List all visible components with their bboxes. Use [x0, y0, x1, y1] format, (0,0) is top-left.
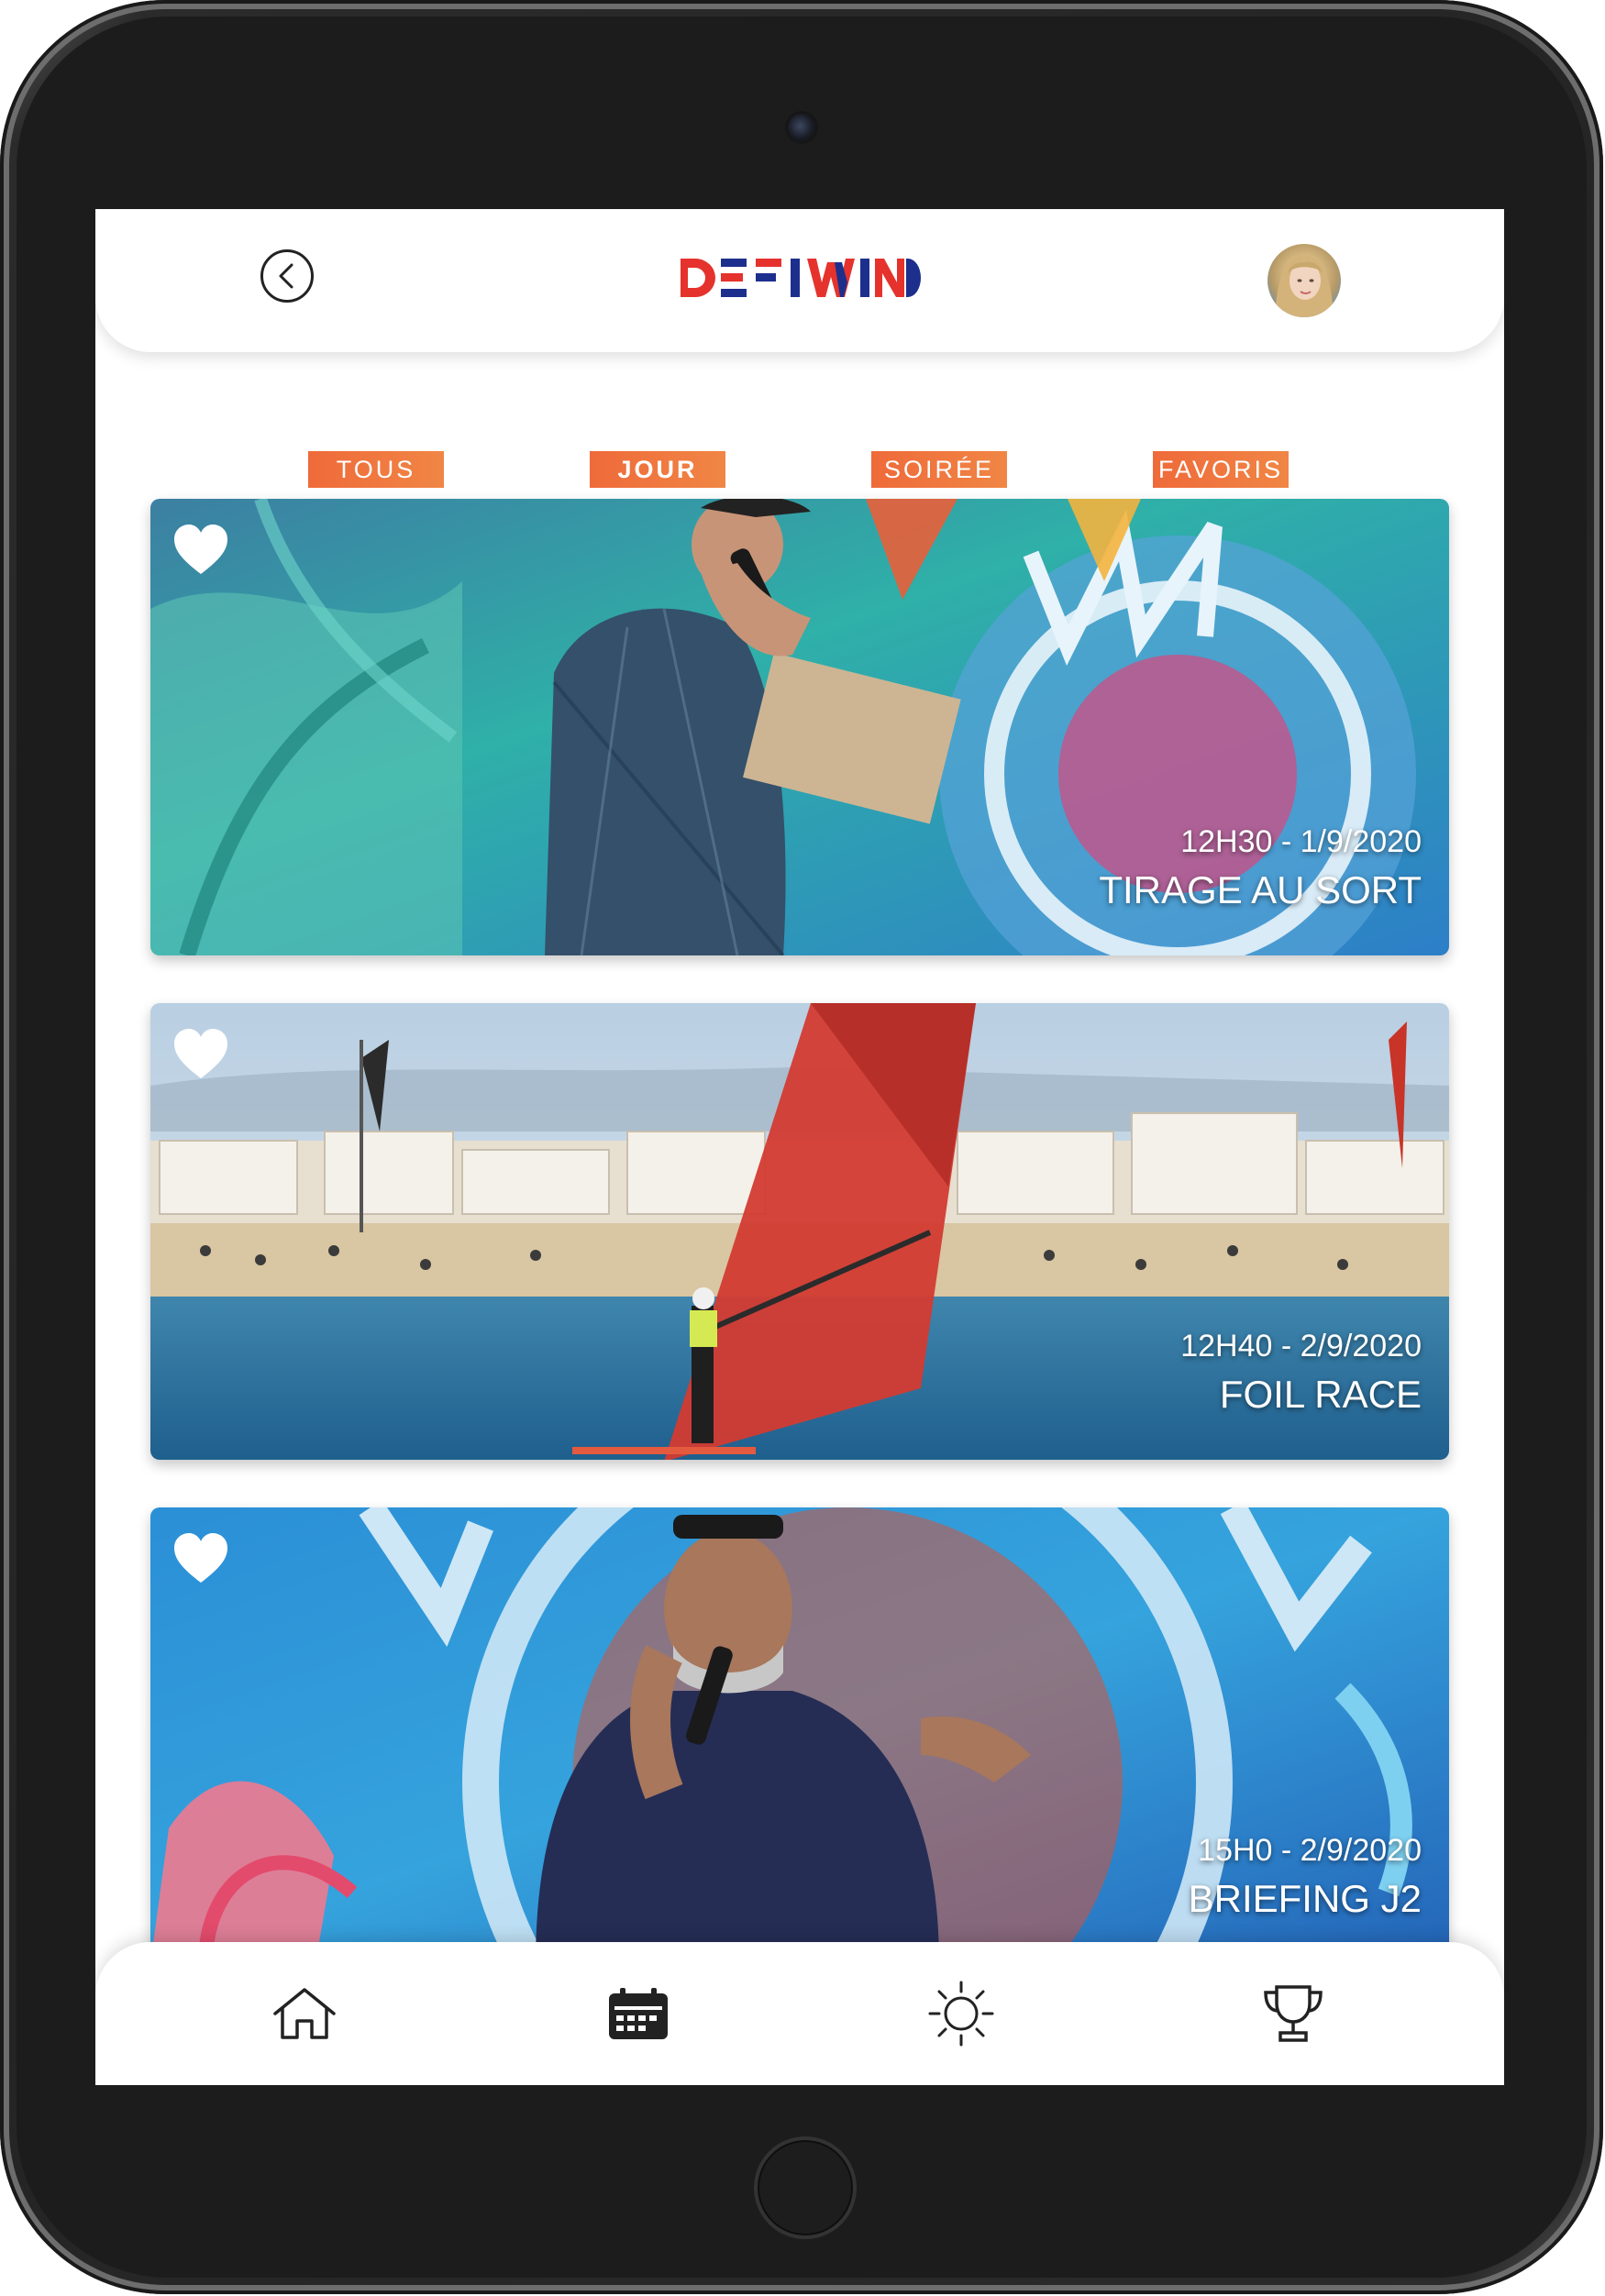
- favorite-heart-icon[interactable]: [172, 1531, 229, 1584]
- front-camera: [788, 114, 815, 141]
- event-card[interactable]: 15H0 - 2/9/2020 BRIEFING J2: [150, 1507, 1449, 1964]
- filter-tab-jour[interactable]: JOUR: [590, 451, 725, 488]
- nav-calendar[interactable]: [605, 1984, 671, 2043]
- top-bar: [95, 209, 1504, 352]
- calendar-icon: [609, 1988, 668, 2039]
- chevron-left-icon: [279, 263, 293, 289]
- filter-tab-tous[interactable]: TOUS: [308, 451, 444, 488]
- event-card[interactable]: 12H30 - 1/9/2020 TIRAGE AU SORT: [150, 499, 1449, 955]
- event-meta: 12H40 - 2/9/2020 FOIL RACE: [1180, 1328, 1422, 1418]
- back-button[interactable]: [260, 249, 314, 303]
- nav-home[interactable]: [271, 1984, 338, 2043]
- event-meta: 12H30 - 1/9/2020 TIRAGE AU SORT: [1099, 823, 1422, 913]
- trophy-icon: [1264, 1985, 1323, 2042]
- home-icon: [273, 1988, 336, 2039]
- filter-tab-favoris[interactable]: FAVORIS: [1153, 451, 1289, 488]
- event-title: FOIL RACE: [1219, 1373, 1422, 1416]
- event-date: 15H0 - 2/9/2020: [1198, 1833, 1422, 1868]
- filter-tab-soiree[interactable]: SOIRÉE: [871, 451, 1007, 488]
- defiwind-logo: [681, 259, 921, 297]
- sun-icon: [928, 1981, 994, 2047]
- favorite-heart-icon[interactable]: [172, 523, 229, 576]
- hardware-home-button[interactable]: [754, 2136, 857, 2239]
- event-date: 12H40 - 2/9/2020: [1180, 1329, 1422, 1363]
- favorite-heart-icon[interactable]: [172, 1027, 229, 1080]
- nav-weather[interactable]: [928, 1981, 994, 2047]
- app-screen: TOUS JOUR SOIRÉE FAVORIS 12H30 - 1/9/202…: [95, 209, 1504, 2085]
- event-title: BRIEFING J2: [1188, 1877, 1422, 1920]
- filter-tabs: TOUS JOUR SOIRÉE FAVORIS: [95, 451, 1504, 491]
- event-card[interactable]: 12H40 - 2/9/2020 FOIL RACE: [150, 1003, 1449, 1460]
- event-date: 12H30 - 1/9/2020: [1180, 824, 1422, 859]
- avatar-portrait: [1275, 255, 1334, 317]
- nav-ranking[interactable]: [1260, 1984, 1326, 2043]
- bottom-nav: [95, 1942, 1504, 2085]
- event-meta: 15H0 - 2/9/2020 BRIEFING J2: [1189, 1832, 1422, 1922]
- event-title: TIRAGE AU SORT: [1099, 868, 1422, 911]
- user-avatar[interactable]: [1267, 244, 1341, 317]
